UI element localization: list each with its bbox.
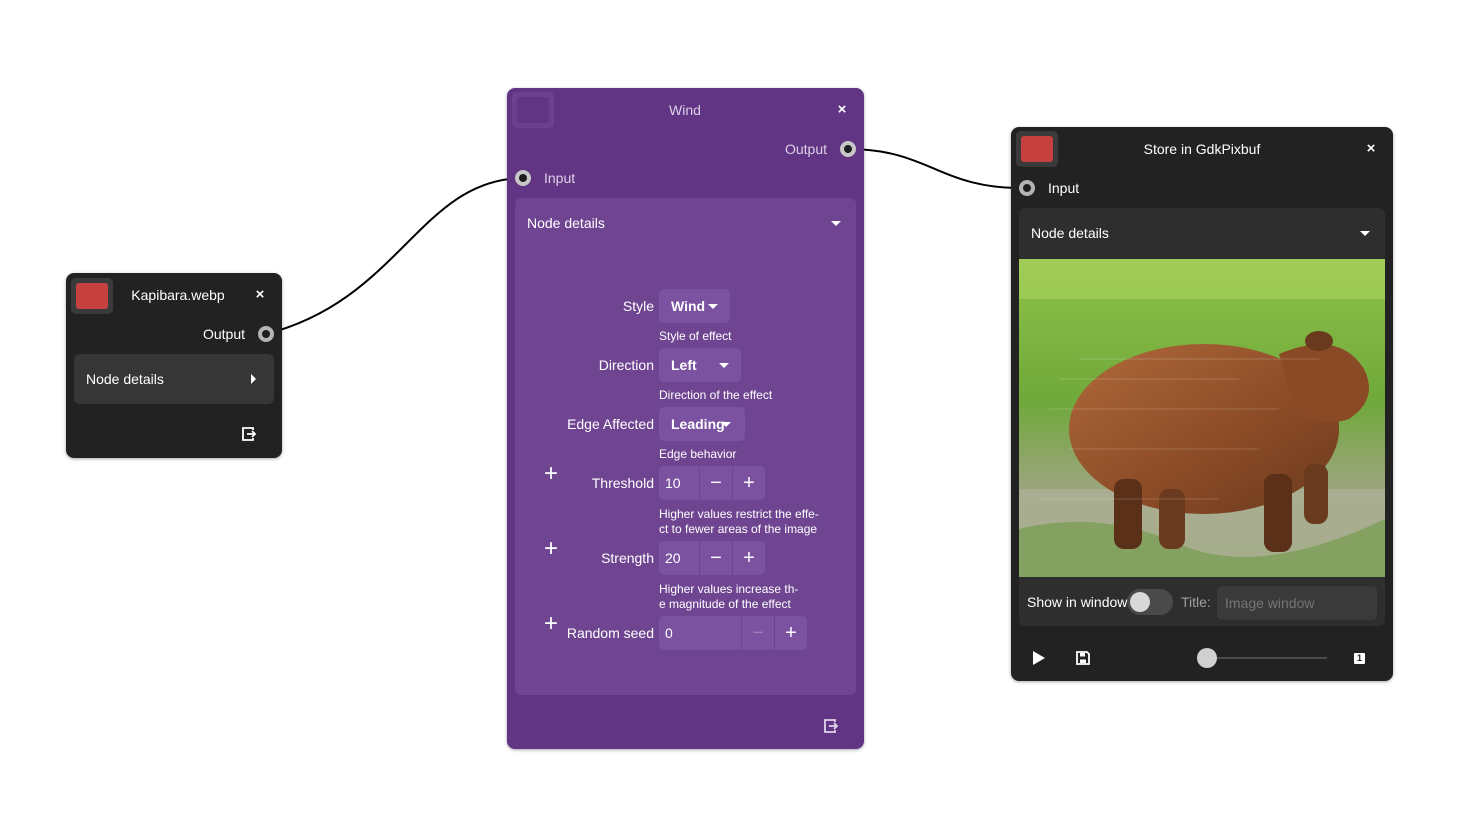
edge-value: Leading (671, 416, 725, 432)
wind-export-icon[interactable] (824, 719, 838, 733)
show-in-window-switch[interactable] (1127, 589, 1173, 615)
wind-node[interactable]: Wind × Output Input Node details Style W… (507, 88, 864, 749)
chevron-down-icon[interactable] (831, 221, 841, 226)
direction-dropdown[interactable]: Left (659, 348, 741, 382)
wind-details-label[interactable]: Node details (527, 198, 605, 248)
play-icon[interactable] (1033, 651, 1045, 665)
strength-label: Strength (601, 550, 654, 566)
source-export-icon[interactable] (242, 427, 256, 441)
style-value: Wind (671, 298, 706, 314)
switch-knob (1130, 592, 1150, 612)
wind-input-port[interactable] (515, 170, 531, 186)
seed-increment-button[interactable]: + (774, 616, 807, 650)
wire-wind-to-sink (847, 148, 1028, 190)
slider-handle[interactable] (1197, 648, 1217, 668)
wind-input-label: Input (544, 170, 576, 186)
sink-input-label: Input (1048, 180, 1080, 196)
sink-node-details: Node details Show in window Title: Image… (1019, 208, 1385, 626)
wind-close-icon[interactable]: × (832, 100, 852, 120)
sink-input-port[interactable] (1019, 180, 1035, 196)
chevron-right-icon (251, 374, 256, 384)
source-output-port[interactable] (258, 326, 274, 342)
strength-spinbutton[interactable]: 20 − + (659, 541, 765, 575)
strength-hint-1: Higher values increase th- (659, 582, 799, 596)
strength-value[interactable]: 20 (659, 541, 699, 575)
sink-details-label[interactable]: Node details (1031, 208, 1109, 258)
threshold-value[interactable]: 10 (659, 466, 699, 500)
chevron-down-icon[interactable] (1360, 231, 1370, 236)
source-details-label: Node details (86, 371, 164, 387)
title-label: Title: (1181, 594, 1211, 610)
style-label: Style (622, 298, 654, 314)
slider-track (1205, 657, 1327, 659)
source-output-label: Output (202, 326, 245, 342)
page-number: 1 (1356, 653, 1362, 663)
style-dropdown[interactable]: Wind (659, 289, 730, 323)
wind-node-details: Node details Style Wind Style of effect … (515, 198, 856, 695)
seed-spinbutton[interactable]: 0 − + (659, 616, 807, 650)
sink-node[interactable]: Store in GdkPixbuf × Input Node details (1011, 127, 1393, 681)
source-node[interactable]: Kapibara.webp × Output Node details (66, 273, 282, 458)
wind-output-port[interactable] (840, 141, 856, 157)
edge-hint: Edge behavior (659, 447, 737, 461)
sink-color-swatch[interactable] (1021, 136, 1053, 162)
direction-hint: Direction of the effect (659, 388, 773, 402)
threshold-decrement-button[interactable]: − (699, 466, 732, 500)
wire-source-to-wind (265, 177, 523, 335)
sink-node-title: Store in GdkPixbuf (1143, 141, 1261, 157)
sink-close-icon[interactable]: × (1361, 139, 1381, 159)
seed-label: Random seed (566, 625, 654, 641)
show-in-window-label: Show in window (1027, 594, 1128, 610)
source-color-swatch[interactable] (76, 283, 108, 309)
page-badge: 1 (1354, 653, 1365, 664)
direction-label: Direction (598, 357, 654, 373)
strength-decrement-button[interactable]: − (699, 541, 732, 575)
caret-down-icon (708, 304, 718, 309)
seed-decrement-button[interactable]: − (741, 616, 774, 650)
caret-down-icon (719, 363, 729, 368)
threshold-hint-2: ct to fewer areas of the image (659, 522, 818, 536)
wind-node-title: Wind (669, 102, 701, 118)
style-hint: Style of effect (659, 329, 732, 343)
caret-down-icon (721, 422, 731, 427)
direction-value: Left (671, 357, 697, 373)
frame-slider[interactable] (1197, 647, 1327, 669)
window-title-input[interactable] (1217, 586, 1377, 620)
edge-dropdown[interactable]: Leading (659, 407, 745, 441)
source-node-title: Kapibara.webp (131, 287, 225, 303)
threshold-spinbutton[interactable]: 10 − + (659, 466, 765, 500)
strength-increment-button[interactable]: + (732, 541, 765, 575)
wind-output-label: Output (784, 141, 827, 157)
seed-value[interactable]: 0 (659, 616, 741, 650)
source-node-details[interactable]: Node details (74, 354, 274, 404)
source-close-icon[interactable]: × (250, 285, 270, 305)
capybara-preview-image (1019, 259, 1385, 577)
threshold-hint-1: Higher values restrict the effe- (659, 507, 819, 521)
strength-hint-2: e magnitude of the effect (659, 597, 791, 611)
save-icon[interactable] (1076, 651, 1090, 665)
threshold-label: Threshold (591, 475, 654, 491)
wind-color-swatch[interactable] (517, 97, 549, 123)
threshold-increment-button[interactable]: + (732, 466, 765, 500)
edge-label: Edge Affected (567, 416, 654, 432)
